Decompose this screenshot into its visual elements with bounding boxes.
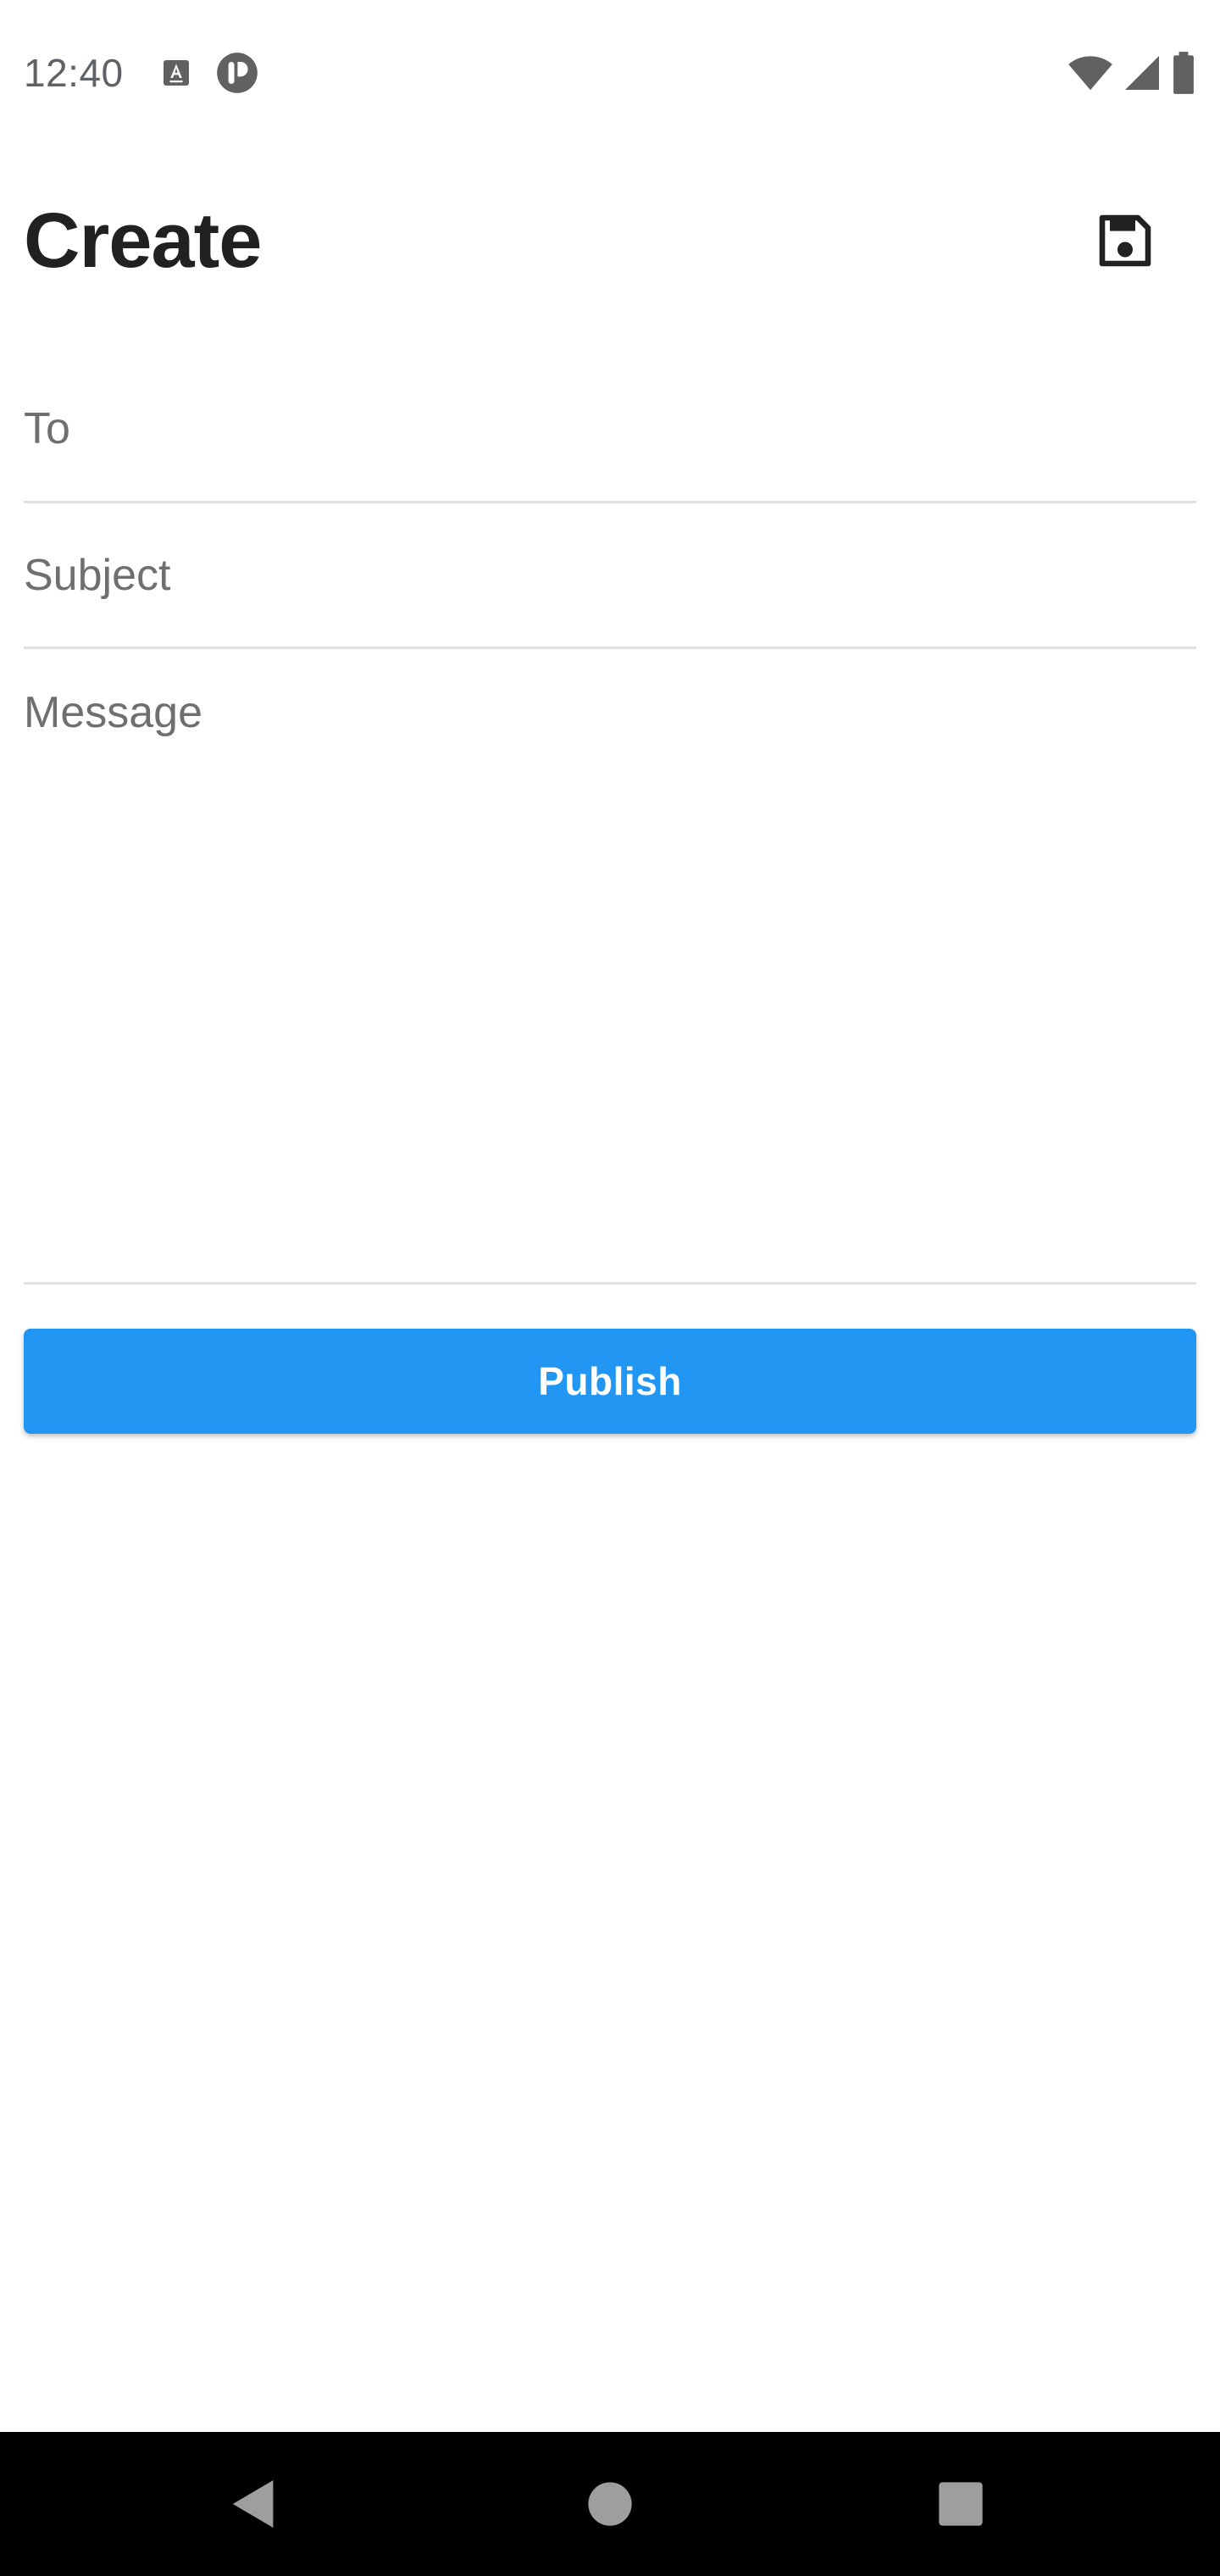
app-header: Create bbox=[0, 146, 1220, 336]
keyboard-icon bbox=[161, 58, 191, 88]
status-system-icons bbox=[1068, 51, 1196, 95]
nav-home-button[interactable] bbox=[563, 2457, 657, 2551]
app-notification-icon bbox=[215, 51, 259, 95]
publish-button[interactable]: Publish bbox=[24, 1329, 1196, 1434]
system-navigation-bar bbox=[0, 2432, 1220, 2576]
message-textarea[interactable] bbox=[24, 686, 1196, 1263]
battery-icon bbox=[1171, 51, 1196, 95]
nav-recents-button[interactable] bbox=[914, 2457, 1007, 2551]
to-field-container bbox=[24, 356, 1196, 503]
to-input[interactable] bbox=[24, 402, 1196, 454]
recents-icon bbox=[938, 2481, 984, 2527]
save-button[interactable] bbox=[1074, 190, 1176, 291]
nav-back-button[interactable] bbox=[208, 2457, 301, 2551]
page-title: Create bbox=[24, 197, 262, 284]
subject-input[interactable] bbox=[24, 549, 1196, 601]
status-time: 12:40 bbox=[24, 51, 124, 95]
cell-signal-icon bbox=[1122, 53, 1162, 93]
status-notification-icons bbox=[161, 51, 259, 95]
save-icon bbox=[1095, 210, 1156, 271]
subject-field-container bbox=[24, 503, 1196, 649]
message-field-container bbox=[24, 649, 1196, 1285]
wifi-icon bbox=[1068, 53, 1113, 93]
home-icon bbox=[587, 2481, 633, 2527]
back-icon bbox=[230, 2478, 278, 2530]
compose-form bbox=[24, 356, 1196, 1285]
status-bar: 12:40 bbox=[0, 0, 1220, 146]
